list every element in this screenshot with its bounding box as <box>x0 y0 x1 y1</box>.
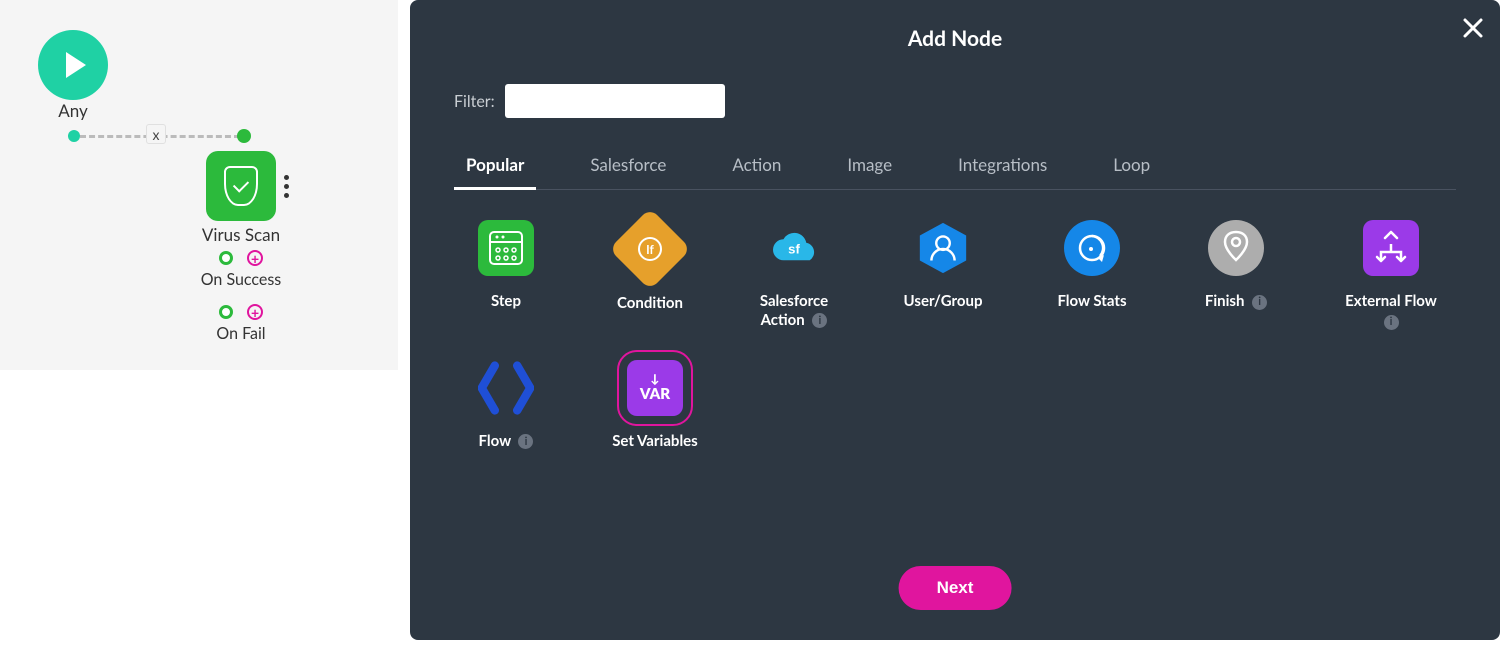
start-node[interactable] <box>38 30 108 100</box>
connector-delete-button[interactable]: x <box>146 124 166 144</box>
flow-canvas[interactable]: Any x Virus Scan + On Success + On Fail <box>0 0 398 370</box>
step-icon <box>478 220 534 276</box>
node-option-flow-stats[interactable]: Flow Stats <box>1042 220 1142 330</box>
filter-row: Filter: <box>454 84 725 118</box>
node-option-label: Condition <box>617 294 683 313</box>
close-button[interactable] <box>1462 14 1484 42</box>
info-icon: i <box>1252 295 1267 310</box>
node-option-external-flow[interactable]: External Flow i <box>1330 220 1452 330</box>
info-icon: i <box>518 434 533 449</box>
filter-label: Filter: <box>454 92 495 111</box>
modal-title: Add Node <box>410 0 1500 51</box>
tab-image[interactable]: Image <box>835 148 904 189</box>
node-input-port[interactable] <box>237 129 251 143</box>
start-node-label: Any <box>38 100 108 121</box>
node-option-label: Flow i <box>479 432 534 451</box>
tabs: Popular Salesforce Action Image Integrat… <box>454 148 1456 190</box>
info-icon: i <box>1384 315 1399 330</box>
node-more-menu[interactable] <box>284 175 289 198</box>
node-option-finish[interactable]: Finish i <box>1186 220 1286 330</box>
tab-action[interactable]: Action <box>720 148 793 189</box>
on-fail-label: On Fail <box>186 324 296 343</box>
node-option-label: User/Group <box>904 292 983 311</box>
condition-icon: If <box>609 208 691 290</box>
info-icon: i <box>812 313 827 328</box>
filter-input[interactable] <box>505 84 725 118</box>
virus-scan-node[interactable] <box>206 151 276 221</box>
on-fail-port[interactable] <box>219 305 233 319</box>
user-icon <box>915 220 971 276</box>
node-label: Virus Scan <box>186 224 296 245</box>
close-icon <box>1462 17 1484 39</box>
node-option-salesforce-action[interactable]: sf Salesforce Action i <box>744 220 844 330</box>
add-node-modal: Add Node Filter: Popular Salesforce Acti… <box>410 0 1500 640</box>
node-option-label: Step <box>491 292 521 311</box>
node-option-condition[interactable]: If Condition <box>600 220 700 330</box>
node-option-label: Salesforce Action i <box>744 292 844 330</box>
node-option-label: Flow Stats <box>1057 292 1126 311</box>
finish-icon <box>1208 220 1264 276</box>
node-option-flow[interactable]: Flow i <box>456 360 556 451</box>
on-fail-ports: + <box>186 304 296 320</box>
tab-integrations[interactable]: Integrations <box>946 148 1059 189</box>
node-option-label: Set Variables <box>612 432 698 451</box>
on-success-port[interactable] <box>219 251 233 265</box>
node-option-label: Finish i <box>1205 292 1267 311</box>
next-button[interactable]: Next <box>899 566 1012 610</box>
node-option-user-group[interactable]: User/Group <box>888 220 998 330</box>
start-node-port[interactable] <box>68 130 80 142</box>
node-option-set-variables[interactable]: ↓VAR Set Variables <box>600 360 710 451</box>
on-success-label: On Success <box>186 270 296 289</box>
cloud-icon: sf <box>766 220 822 276</box>
shield-icon <box>224 166 258 206</box>
node-option-label: External Flow i <box>1345 292 1437 330</box>
tab-popular[interactable]: Popular <box>454 148 536 190</box>
on-fail-add-button[interactable]: + <box>247 304 263 320</box>
node-grid: Step If Condition sf Salesforce Action i… <box>456 220 1454 451</box>
tab-loop[interactable]: Loop <box>1101 148 1162 189</box>
flow-stats-icon <box>1064 220 1120 276</box>
on-success-add-button[interactable]: + <box>247 250 263 266</box>
svg-text:sf: sf <box>788 241 800 256</box>
set-variables-icon: ↓VAR <box>627 360 683 416</box>
on-success-ports: + <box>186 250 296 266</box>
tab-salesforce[interactable]: Salesforce <box>578 148 678 189</box>
play-icon <box>66 52 86 78</box>
node-option-step[interactable]: Step <box>456 220 556 330</box>
flow-icon <box>478 360 534 416</box>
external-flow-icon <box>1363 220 1419 276</box>
